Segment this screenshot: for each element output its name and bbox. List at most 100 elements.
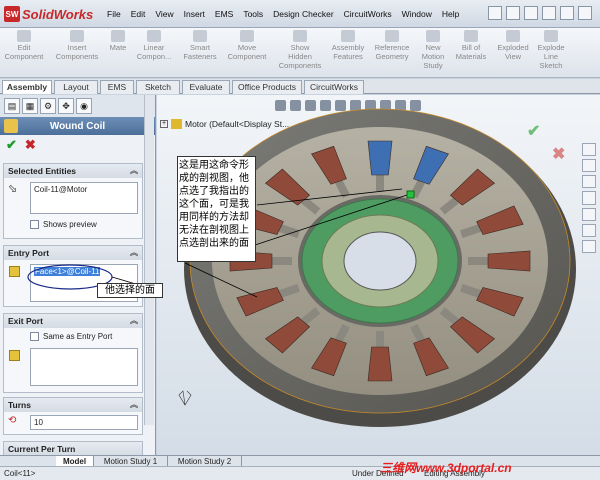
design-library-icon[interactable]	[582, 159, 596, 173]
smart-fasteners-button[interactable]: Smart Fasteners	[180, 30, 220, 61]
selection-marker[interactable]	[406, 190, 415, 199]
cmd-label: Insert Components	[55, 43, 99, 61]
collapse-chevron-icon[interactable]: ︽	[130, 314, 138, 328]
confirm-ok-icon[interactable]: ✔	[527, 121, 540, 141]
appearances-icon[interactable]	[582, 223, 596, 237]
solidworks-logo[interactable]: SW SolidWorks	[4, 5, 93, 23]
tab-evaluate[interactable]: Evaluate	[182, 80, 230, 94]
move-component-icon	[240, 30, 254, 42]
panel-scrollbar[interactable]	[144, 95, 154, 425]
display-manager-icon[interactable]: ◉	[76, 98, 92, 114]
menu-tools[interactable]: Tools	[238, 9, 268, 19]
tab-circuitworks[interactable]: CircuitWorks	[304, 80, 364, 94]
motor-model[interactable]	[157, 95, 600, 455]
cancel-x-icon[interactable]: ✖	[25, 137, 36, 153]
mate-icon	[111, 30, 125, 42]
show-hidden-components-button[interactable]: Show Hidden Components	[276, 30, 324, 70]
custom-properties-icon[interactable]	[582, 239, 596, 253]
panel-title: Wound Coil	[49, 120, 106, 132]
collapse-chevron-icon[interactable]: ︽	[130, 164, 138, 178]
undo-icon[interactable]	[560, 6, 574, 20]
shows-preview-checkbox[interactable]: Shows preview	[30, 220, 97, 229]
tab-ems[interactable]: EMS	[100, 80, 134, 94]
save-icon[interactable]	[524, 6, 538, 20]
open-icon[interactable]	[506, 6, 520, 20]
assembly-features-button[interactable]: Assembly Features	[328, 30, 368, 61]
coil-5[interactable]	[487, 250, 531, 272]
dimxpert-icon[interactable]: ✥	[58, 98, 74, 114]
exploded-view-icon	[506, 30, 520, 42]
group-header[interactable]: Exit Port ︽	[4, 314, 142, 328]
feature-tree-icon[interactable]: ▤	[4, 98, 20, 114]
new-document-icon[interactable]	[488, 6, 502, 20]
group-header[interactable]: Current Per Turn	[4, 442, 142, 456]
menu-window[interactable]: Window	[397, 9, 437, 19]
rebuild-icon[interactable]	[578, 6, 592, 20]
configuration-icon[interactable]: ⚙	[40, 98, 56, 114]
selected-entities-group: Selected Entities ︽ ⬂ Coil-11@Motor Shows…	[3, 163, 143, 239]
menu-view[interactable]: View	[150, 9, 178, 19]
same-as-entry-checkbox[interactable]: Same as Entry Port	[30, 332, 112, 341]
edit-component-button[interactable]: Edit Component	[4, 30, 44, 61]
group-header[interactable]: Entry Port ︽	[4, 246, 142, 260]
new-motion-study-button[interactable]: New Motion Study	[418, 30, 448, 70]
menu-file[interactable]: File	[102, 9, 126, 19]
menu-help[interactable]: Help	[437, 9, 464, 19]
cmd-label: Explode Line Sketch	[537, 43, 565, 70]
resources-icon[interactable]	[582, 143, 596, 157]
checkbox-box[interactable]	[30, 220, 39, 229]
coil-9[interactable]	[367, 346, 393, 382]
tab-office-products[interactable]: Office Products	[232, 80, 302, 94]
turns-input[interactable]: 10	[30, 415, 138, 430]
graphics-area[interactable]: + Motor (Default<Display St...	[157, 95, 600, 455]
turns-group: Turns ︽ ⟲ 10	[3, 397, 143, 435]
file-explorer-icon[interactable]	[582, 175, 596, 189]
ok-check-icon[interactable]: ✔	[6, 137, 17, 153]
confirm-cancel-icon[interactable]: ✖	[552, 144, 565, 164]
cmd-label: Smart Fasteners	[183, 43, 217, 61]
move-component-button[interactable]: Move Component	[224, 30, 270, 61]
reference-geometry-icon	[385, 30, 399, 42]
cmd-label: Edit Component	[4, 43, 44, 61]
assembly-features-icon	[341, 30, 355, 42]
selected-entity-item[interactable]: Coil-11@Motor	[34, 185, 87, 194]
reference-geometry-button[interactable]: Reference Geometry	[370, 30, 414, 61]
cmd-label: Mate	[109, 43, 127, 52]
collapse-chevron-icon[interactable]: ︽	[130, 246, 138, 260]
menu-insert[interactable]: Insert	[179, 9, 210, 19]
search-icon[interactable]	[582, 191, 596, 205]
exit-port-group: Exit Port ︽ Same as Entry Port	[3, 313, 143, 393]
insert-components-button[interactable]: Insert Components	[54, 30, 100, 61]
print-icon[interactable]	[542, 6, 556, 20]
coil-1[interactable]	[367, 140, 393, 176]
selected-entities-list[interactable]: Coil-11@Motor	[30, 182, 138, 214]
menu-circuitworks[interactable]: CircuitWorks	[339, 9, 397, 19]
property-manager-icon[interactable]: ▦	[22, 98, 38, 114]
menu-ems[interactable]: EMS	[210, 9, 238, 19]
ok-cancel-row: ✔ ✖	[0, 135, 155, 155]
title-bar: SW SolidWorks File Edit View Insert EMS …	[0, 0, 600, 28]
menu-edit[interactable]: Edit	[126, 9, 151, 19]
view-palette-icon[interactable]	[582, 207, 596, 221]
group-header[interactable]: Turns ︽	[4, 398, 142, 412]
tab-sketch[interactable]: Sketch	[136, 80, 180, 94]
turns-icon: ⟲	[8, 415, 17, 426]
checkbox-box[interactable]	[30, 332, 39, 341]
bill-of-materials-button[interactable]: Bill of Materials	[452, 30, 490, 61]
collapse-chevron-icon[interactable]: ︽	[130, 398, 138, 412]
exploded-view-button[interactable]: Exploded View	[494, 30, 532, 61]
bom-icon	[464, 30, 478, 42]
group-header[interactable]: Selected Entities ︽	[4, 164, 142, 178]
cmd-label: Reference Geometry	[374, 43, 410, 61]
tab-assembly[interactable]: Assembly	[2, 80, 52, 94]
menu-design-checker[interactable]: Design Checker	[268, 9, 338, 19]
group-header-label: Entry Port	[8, 248, 50, 258]
linear-pattern-button[interactable]: Linear Compon...	[134, 30, 174, 61]
cmd-label: Assembly Features	[331, 43, 365, 61]
tab-layout[interactable]: Layout	[54, 80, 98, 94]
quick-access	[488, 6, 592, 20]
mate-button[interactable]: Mate	[106, 30, 130, 52]
exit-port-list[interactable]	[30, 348, 138, 386]
explode-line-icon	[544, 30, 558, 42]
explode-line-sketch-button[interactable]: Explode Line Sketch	[534, 30, 568, 70]
